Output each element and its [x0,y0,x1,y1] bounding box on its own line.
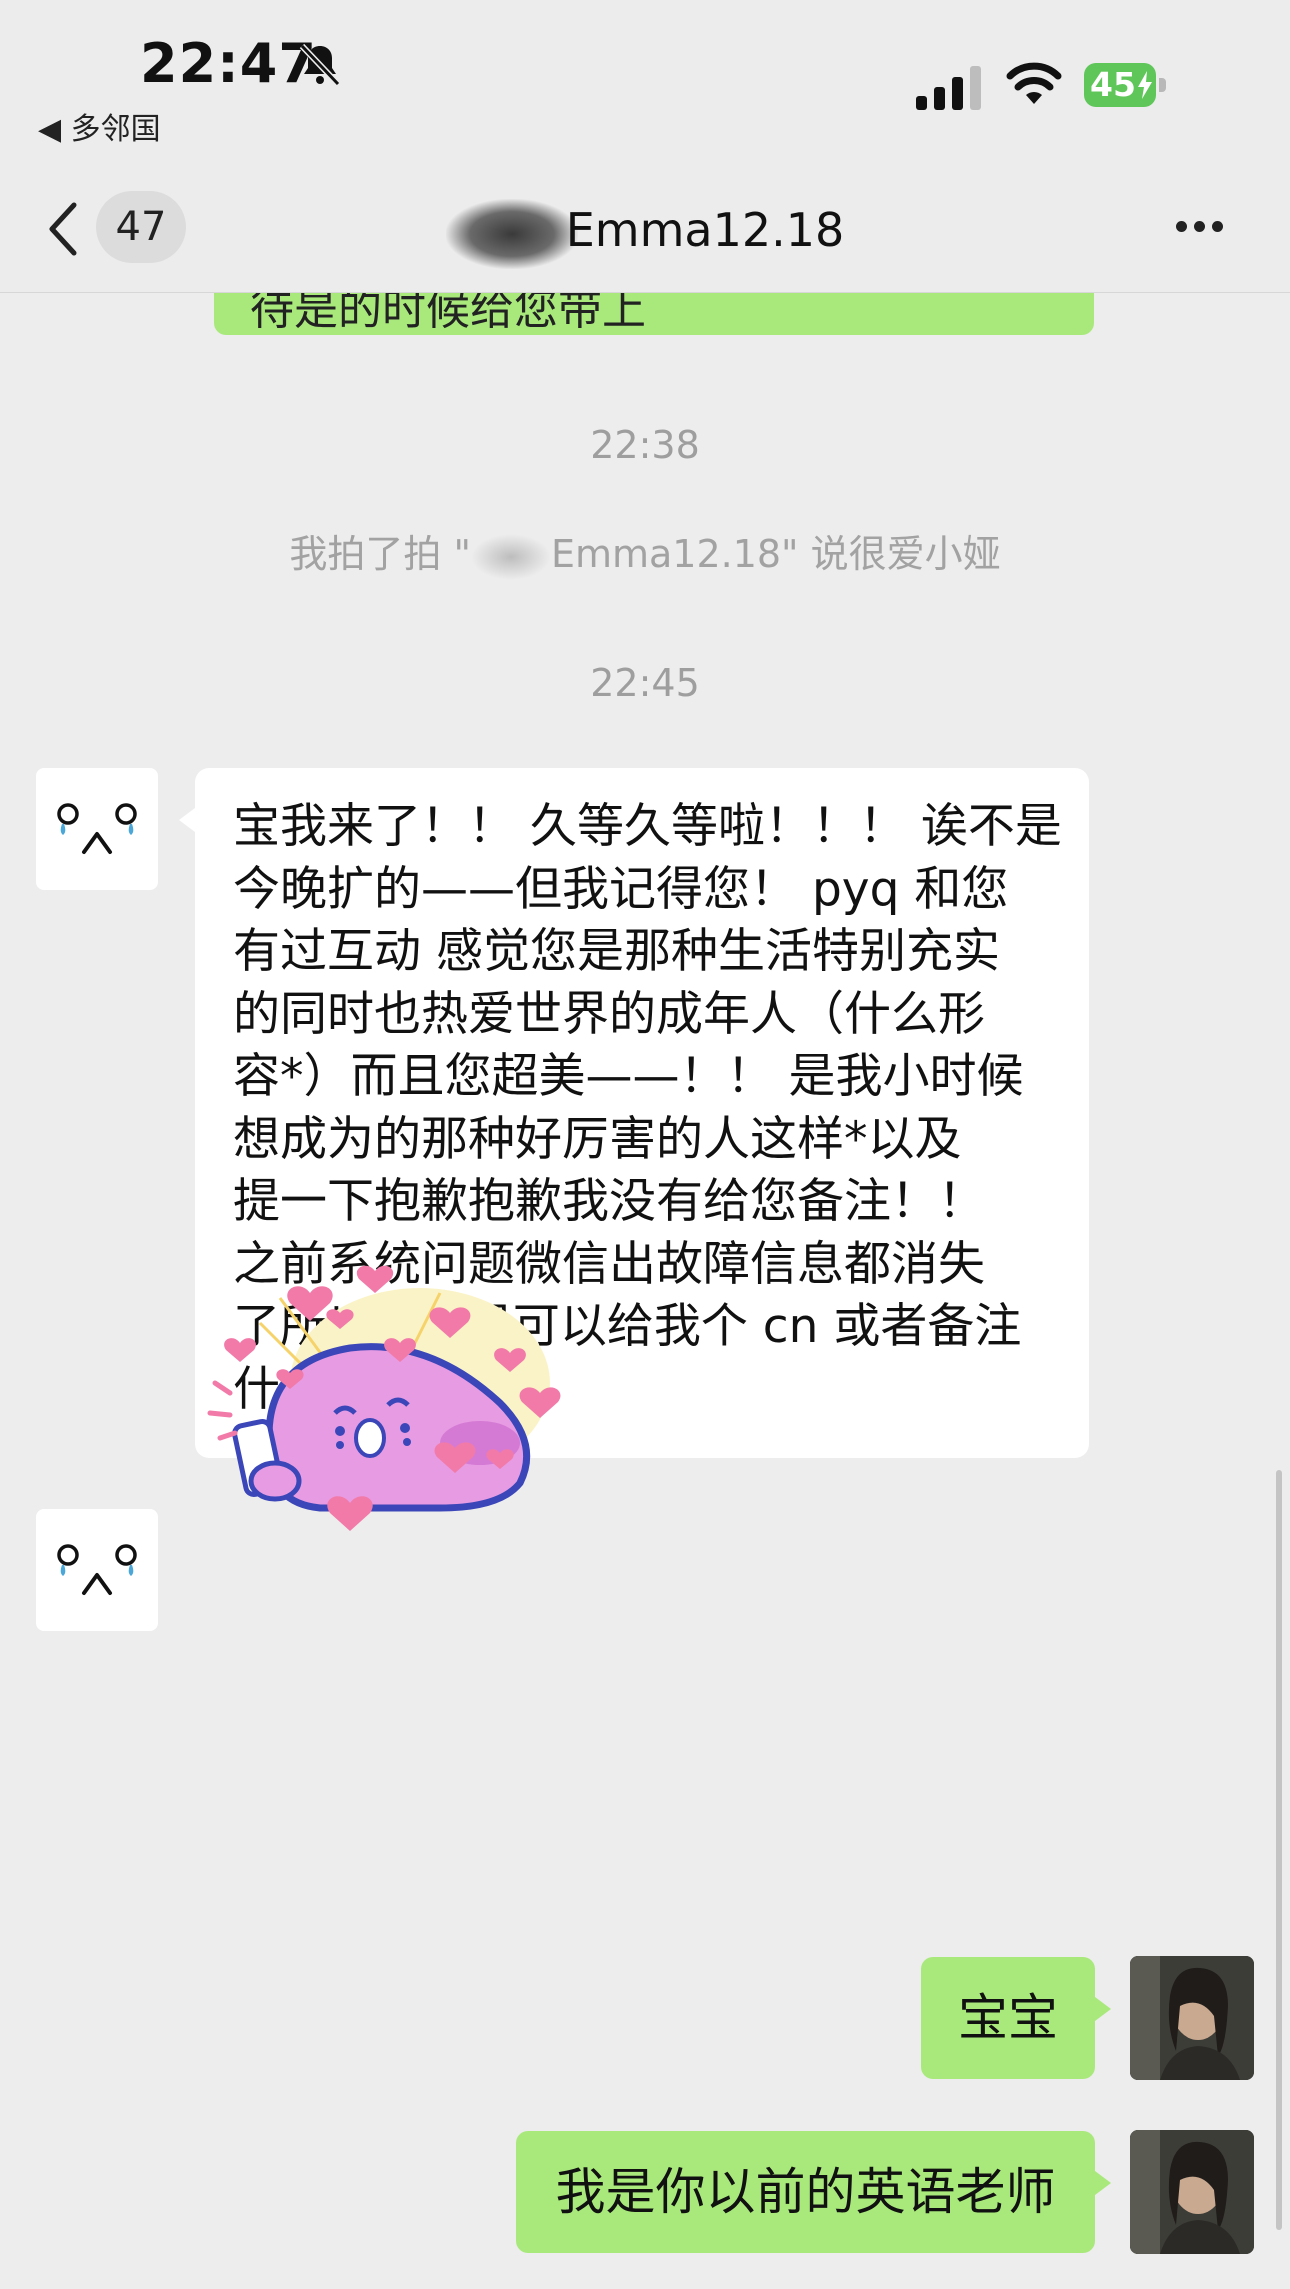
sent-message-bubble[interactable]: 我是你以前的英语老师 [516,2131,1111,2253]
previous-sent-bubble[interactable]: 待是的时候给您带上 [214,293,1094,335]
battery-cap [1159,78,1166,92]
user-avatar[interactable] [1130,1956,1254,2080]
timestamp: 22:38 [590,423,700,467]
system-msg-suffix: Emma12.18" 说很爱小娅 [550,532,1001,576]
contact-avatar[interactable] [36,768,158,890]
message-line: 想成为的那种好厉害的人这样*以及 [233,1111,962,1167]
chat-header: 47 Emma12.18 [0,175,1290,293]
message-line: 的同时也热爱世界的成年人（什么形 [233,986,985,1042]
pink-bunny-hearts-sticker[interactable] [200,1253,590,1553]
message-line: 宝我来了！！ 久等久等啦！！！ 诶不是 [233,799,1062,854]
status-time: 22:47 [140,32,317,95]
crying-face-avatar-icon [57,1544,137,1595]
previous-bubble-text: 待是的时候给您带上 [250,293,646,335]
battery-indicator: 45 [1084,63,1168,107]
message-line: 今晚扩的——但我记得您！ pyq 和您 [233,861,1009,917]
contact-avatar[interactable] [36,1509,158,1631]
sent-message-bubble[interactable]: 宝宝 [921,1957,1111,2079]
chat-title-text: Emma12.18 [565,203,845,257]
bell-muted-icon [299,43,341,87]
system-msg-prefix: 我拍了拍 " [289,532,471,576]
chat-messages[interactable]: 待是的时候给您带上 22:38 我拍了拍 " Emma12.18" 说很爱小娅 2… [0,293,1290,2289]
redacted-name-blur [470,533,551,580]
timestamp: 22:45 [590,661,700,705]
user-photo-avatar-icon [1130,1956,1254,2080]
user-photo-avatar-icon [1130,2130,1254,2254]
message-line: 有过互动 感觉您是那种生活特别充实 [233,924,1000,979]
message-line: 容*）而且您超美——！！ 是我小时候 [233,1049,1024,1104]
redacted-name-blur [445,198,578,269]
scrollbar[interactable] [1276,1470,1282,2230]
wifi-icon [1006,62,1062,104]
back-to-app-link[interactable]: ◀ 多邻国 [38,104,161,148]
chat-title: Emma12.18 [0,195,1290,269]
cellular-signal-icon [916,66,981,110]
message-line: 提一下抱歉抱歉我没有给您备注！！ [233,1174,985,1229]
charging-bolt-icon [1138,71,1152,99]
user-avatar[interactable] [1130,2130,1254,2254]
status-bar: 22:47 ◀ 多邻国 45 [0,0,1290,175]
pat-system-message: 我拍了拍 " Emma12.18" 说很爱小娅 [0,523,1290,580]
crying-face-avatar-icon [57,803,137,854]
ellipsis-icon[interactable] [1176,217,1236,237]
